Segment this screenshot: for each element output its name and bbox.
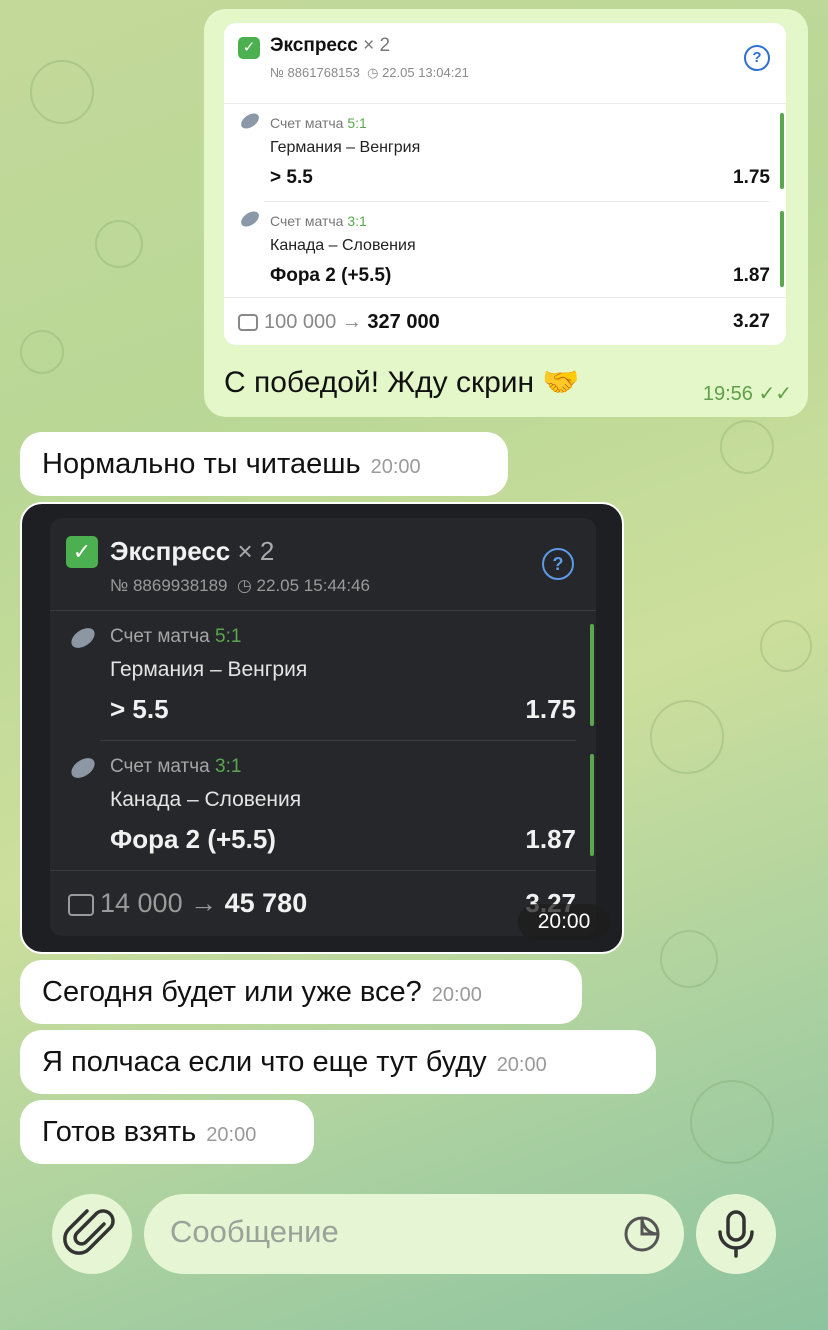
leg-odd: 1.87 [733,265,770,286]
leg-odd: 1.75 [525,694,576,724]
leg-label: Счет матча 5:1 [110,626,242,647]
message-input-placeholder: Сообщение [170,1214,339,1249]
checkbox-icon: ✓ [238,37,260,59]
wallet-icon [238,314,258,332]
voice-record-button[interactable] [696,1194,776,1274]
leg-pick: > 5.5 [270,167,313,188]
leg-pick: Фора 2 (+5.5) [270,265,392,286]
bet-title: Экспресс × 2 [110,536,275,566]
leg-label: Счет матча 3:1 [270,213,367,229]
leg-teams: Германия – Венгрия [110,658,308,681]
bet-meta: № 8869938189 ◷ 22.05 15:44:46 [110,576,370,595]
leg-label: Счет матча 5:1 [270,115,367,131]
football-icon [67,623,99,653]
incoming-message[interactable]: Я полчаса если что еще тут буду 20:00 [20,1030,656,1094]
leg-teams: Канада – Словения [270,237,416,254]
football-icon [238,110,262,132]
leg-odd: 1.87 [525,824,576,854]
read-checks-icon: ✓✓ [758,383,792,405]
sticker-icon[interactable] [622,1214,662,1254]
help-icon[interactable]: ? [744,45,770,71]
total-odd: 3.27 [733,311,770,332]
leg-label: Счет матча 3:1 [110,756,242,777]
outgoing-message[interactable]: ✓ Экспресс × 2 № 8861768153 ◷ 22.05 13:0… [204,9,808,417]
clock-icon: ◷ [236,576,252,595]
checkbox-icon: ✓ [66,536,98,568]
leg-teams: Германия – Венгрия [270,139,421,156]
bet-meta: № 8861768153 ◷ 22.05 13:04:21 [270,65,469,80]
bet-title: Экспресс × 2 [270,35,391,56]
wallet-icon [68,893,94,916]
leg-pick: Фора 2 (+5.5) [110,824,276,854]
message-time: 19:56 ✓✓ [702,383,792,405]
incoming-message[interactable]: Готов взять 20:00 [20,1100,314,1164]
bet-slip-card: ✓ Экспресс × 2 № 8861768153 ◷ 22.05 13:0… [224,23,786,345]
stake-line: 100 000 → 327 000 [238,311,440,334]
clock-icon: ◷ [367,65,379,80]
incoming-message[interactable]: Нормально ты читаешь 20:00 [20,432,508,496]
incoming-image-message[interactable]: ✓ Экспресс × 2 № 8869938189 ◷ 22.05 15:4… [20,502,624,954]
leg-odd: 1.75 [733,167,770,188]
bet-slip-card: ✓ Экспресс × 2 № 8869938189 ◷ 22.05 15:4… [50,518,596,936]
paperclip-icon [63,1209,115,1255]
message-time-badge: 20:00 [518,904,610,940]
football-icon [238,208,262,230]
leg-pick: > 5.5 [110,694,169,724]
attach-button[interactable] [52,1194,132,1274]
incoming-message[interactable]: Сегодня будет или уже все? 20:00 [20,960,582,1024]
stake-line: 14 000 → 45 780 [68,888,307,919]
football-icon [67,753,99,783]
message-text: С победой! Жду скрин 🤝 [224,366,580,399]
leg-teams: Канада – Словения [110,788,302,811]
help-icon[interactable]: ? [542,548,574,580]
message-input[interactable]: Сообщение [144,1194,684,1274]
microphone-icon [718,1210,754,1258]
